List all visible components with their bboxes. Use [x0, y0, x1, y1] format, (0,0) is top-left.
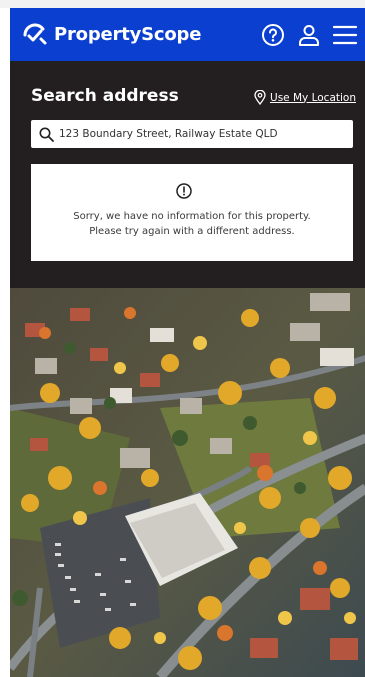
search-box	[31, 120, 353, 148]
use-my-location-link[interactable]: Use My Location	[254, 90, 356, 105]
location-pin-icon	[254, 90, 266, 105]
alert-circle-icon	[176, 183, 192, 199]
menu-icon	[332, 25, 358, 44]
menu-button[interactable]	[332, 22, 358, 48]
help-icon	[262, 23, 284, 46]
account-button[interactable]	[296, 22, 322, 48]
search-panel: Search address Use My Location Sorry, we…	[10, 61, 365, 288]
message-line-2: Please try again with a different addres…	[89, 226, 295, 237]
help-button[interactable]	[260, 22, 286, 48]
brand-name: PropertyScope	[54, 24, 202, 45]
address-search-input[interactable]	[59, 128, 339, 140]
app-header: PropertyScope	[10, 8, 365, 61]
brand-logo[interactable]: PropertyScope	[22, 22, 201, 48]
aerial-neighborhood-photo	[10, 288, 365, 677]
no-info-message-card: Sorry, we have no information for this p…	[31, 164, 353, 261]
message-line-1: Sorry, we have no information for this p…	[73, 211, 311, 222]
top-strip	[0, 0, 365, 8]
user-icon	[299, 24, 319, 46]
search-title: Search address	[31, 86, 179, 106]
header-actions	[260, 22, 358, 48]
logo-icon	[23, 23, 47, 44]
search-icon	[39, 127, 54, 142]
app-frame: PropertyScope Search address Use My Loca…	[10, 8, 365, 677]
use-my-location-label: Use My Location	[270, 91, 356, 104]
